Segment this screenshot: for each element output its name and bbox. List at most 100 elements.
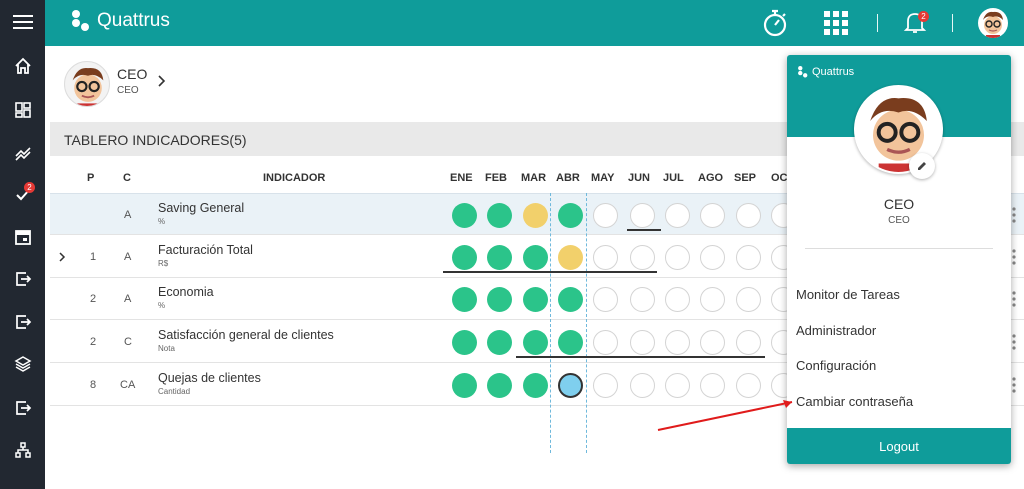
cell-c: CA [120,379,136,391]
sidebar-badge: 2 [24,182,35,193]
status-dot-empty[interactable] [736,245,761,270]
status-dot-empty[interactable] [700,330,725,355]
status-dot-empty[interactable] [700,245,725,270]
status-dot-green[interactable] [523,330,548,355]
status-dot-green[interactable] [487,373,512,398]
status-dot-empty[interactable] [665,203,690,228]
status-dot-empty[interactable] [593,373,618,398]
status-dot-green[interactable] [523,373,548,398]
status-dot-green[interactable] [558,287,583,312]
edit-avatar-button[interactable] [909,153,935,179]
menu-icon[interactable] [0,4,45,40]
more-vert-icon[interactable] [1012,207,1016,223]
indicator-unit: % [158,217,166,226]
topbar-divider [877,14,878,32]
quattrus-logo-icon [798,66,808,78]
month-header: MAR [521,172,547,184]
status-dot-blue[interactable] [558,373,583,398]
logout-button[interactable]: Logout [787,428,1011,464]
status-dot-empty[interactable] [630,203,655,228]
indicator-name[interactable]: Satisfacción general de clientes [158,328,334,342]
indicator-unit: Cantidad [158,387,191,396]
status-dot-green[interactable] [452,287,477,312]
status-dot-empty[interactable] [700,203,725,228]
hierarchy-icon[interactable] [0,432,45,468]
status-dot-green[interactable] [487,330,512,355]
avatar-icon [983,11,1003,38]
month-header: ABR [556,172,580,184]
status-dot-green[interactable] [487,287,512,312]
status-dot-empty[interactable] [593,203,618,228]
indicator-name[interactable]: Quejas de clientes [158,371,261,385]
menu-item-administrador[interactable]: Administrador [796,323,876,338]
dropdown-divider [805,248,993,249]
indicator-name[interactable]: Facturación Total [158,243,253,257]
status-dot-green[interactable] [523,287,548,312]
status-dot-empty[interactable] [593,287,618,312]
status-dot-empty[interactable] [630,330,655,355]
month-header: ENE [450,172,473,184]
status-dot-empty[interactable] [593,245,618,270]
month-header: JUL [663,172,684,184]
app-name: Quattrus [97,10,170,31]
status-dot-green[interactable] [452,245,477,270]
indicator-unit: % [158,301,166,310]
status-dot-green[interactable] [487,245,512,270]
status-dot-green[interactable] [452,203,477,228]
status-dot-green[interactable] [452,330,477,355]
status-dot-empty[interactable] [593,330,618,355]
layers-icon[interactable] [0,346,45,382]
profile-avatar[interactable] [64,61,110,107]
cell-c: A [124,251,132,263]
status-dot-empty[interactable] [665,287,690,312]
menu-item-monitor-de-tareas[interactable]: Monitor de Tareas [796,287,900,302]
stopwatch-icon[interactable] [761,8,789,43]
menu-item-cambiar-contrasena[interactable]: Cambiar contraseña [796,394,913,409]
status-dot-green[interactable] [452,373,477,398]
status-dot-green[interactable] [558,330,583,355]
notifications-bell-icon[interactable]: 2 [901,8,929,41]
current-month-marker [550,193,551,453]
status-dot-empty[interactable] [665,245,690,270]
status-dot-green[interactable] [558,203,583,228]
chevron-right-icon[interactable] [157,74,167,93]
more-vert-icon[interactable] [1012,334,1016,350]
menu-item-configuracion[interactable]: Configuración [796,358,876,373]
more-vert-icon[interactable] [1012,249,1016,265]
indicator-name[interactable]: Economia [158,285,214,299]
home-icon[interactable] [0,48,45,84]
status-dot-empty[interactable] [700,287,725,312]
column-header-indicador: INDICADOR [263,172,326,184]
status-dot-green[interactable] [523,245,548,270]
app-logo[interactable]: Quattrus [70,9,170,33]
cell-p: 1 [90,251,97,263]
status-dot-yellow[interactable] [523,203,548,228]
apps-grid-icon[interactable] [823,10,849,41]
more-vert-icon[interactable] [1012,377,1016,393]
cell-c: A [124,293,132,305]
dashboard-icon[interactable] [0,92,45,128]
status-dot-empty[interactable] [736,203,761,228]
exit-icon[interactable] [0,390,45,426]
dropdown-brand: Quattrus [812,66,855,78]
status-dot-empty[interactable] [736,287,761,312]
status-dot-empty[interactable] [630,287,655,312]
exit-icon[interactable] [0,261,45,297]
status-dot-yellow[interactable] [558,245,583,270]
cell-p: 2 [90,336,97,348]
more-vert-icon[interactable] [1012,291,1016,307]
trend-icon[interactable] [0,135,45,171]
check-icon[interactable]: 2 [0,176,45,212]
status-dot-empty[interactable] [665,330,690,355]
status-dot-empty[interactable] [736,330,761,355]
status-dot-green[interactable] [487,203,512,228]
calendar-icon[interactable] [0,219,45,255]
panel-title: TABLERO INDICADORES(5) [64,132,247,148]
exit-icon[interactable] [0,304,45,340]
expand-chevron-icon[interactable] [58,250,66,268]
status-dot-empty[interactable] [630,245,655,270]
cell-c: A [124,209,132,221]
indicator-name[interactable]: Saving General [158,201,244,215]
user-avatar-button[interactable] [978,8,1008,38]
column-header-c: C [123,172,131,184]
